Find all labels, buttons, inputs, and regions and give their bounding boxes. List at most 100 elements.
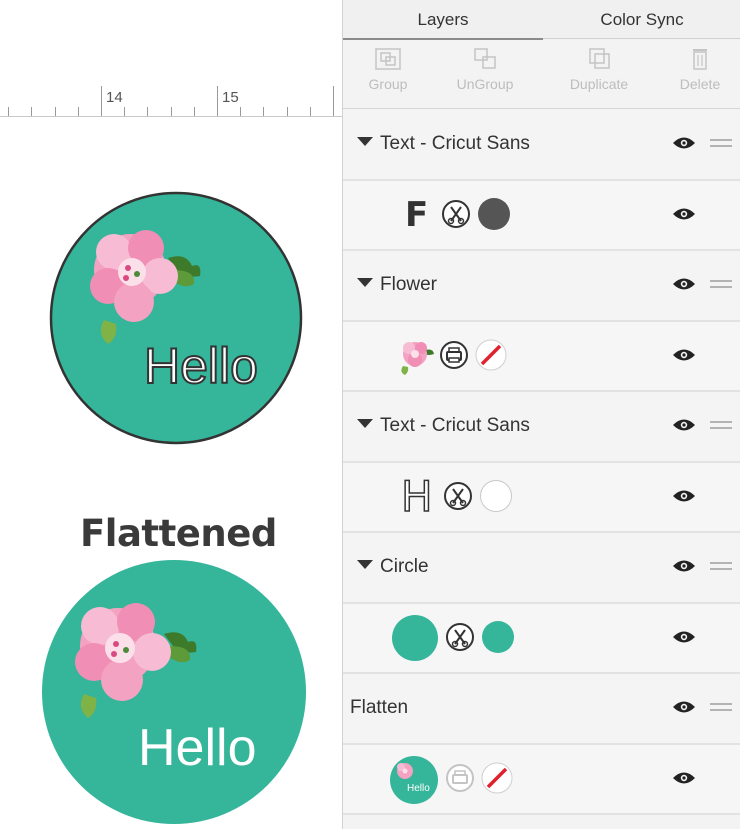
- cut-icon[interactable]: [441, 199, 471, 229]
- ruler-major-tick: [101, 86, 102, 116]
- layer-group-label: Circle: [380, 556, 429, 577]
- layer-item-text-2[interactable]: H: [343, 463, 740, 533]
- eye-icon[interactable]: [672, 558, 696, 574]
- ruler-label-14: 14: [106, 89, 123, 106]
- ruler-minor-tick: [8, 107, 9, 116]
- trash-icon: [693, 49, 707, 70]
- layer-item-flatten[interactable]: Hello: [343, 745, 740, 815]
- hello-text: Hello: [144, 338, 258, 394]
- ruler-minor-tick: [287, 107, 288, 116]
- flattened-design[interactable]: Hello: [38, 558, 310, 826]
- flattened-hello-text: Hello: [138, 719, 257, 777]
- layer-group-text-2[interactable]: Text - Cricut Sans: [343, 392, 740, 463]
- ruler-minor-tick: [194, 107, 195, 116]
- eye-icon[interactable]: [672, 347, 696, 363]
- color-swatch[interactable]: [479, 479, 513, 513]
- ruler-minor-tick: [78, 107, 79, 116]
- layer-item-flower[interactable]: [343, 322, 740, 392]
- color-swatch[interactable]: [481, 620, 515, 654]
- group-icon: [375, 48, 401, 70]
- eye-icon[interactable]: [672, 135, 696, 151]
- grouped-design[interactable]: Hello: [48, 190, 304, 446]
- eye-icon[interactable]: [672, 699, 696, 715]
- drag-handle-icon[interactable]: [710, 421, 732, 431]
- layer-item-text-1[interactable]: F: [343, 181, 740, 251]
- cut-icon[interactable]: [443, 481, 473, 511]
- panel-tabs: Layers Color Sync: [343, 0, 740, 40]
- ruler-major-tick: [333, 86, 334, 116]
- delete-button[interactable]: Delete: [663, 44, 737, 104]
- duplicate-icon: [589, 48, 610, 69]
- ruler-minor-tick: [55, 107, 56, 116]
- duplicate-button[interactable]: Duplicate: [551, 44, 647, 104]
- layer-item-icons: [391, 604, 571, 672]
- ruler-minor-tick: [171, 107, 172, 116]
- eye-icon[interactable]: [672, 629, 696, 645]
- flower-thumbnail: [401, 342, 434, 375]
- layer-group-label: Flatten: [350, 697, 409, 718]
- eye-icon[interactable]: [672, 206, 696, 222]
- caret-down-icon[interactable]: [357, 137, 373, 147]
- no-color-swatch[interactable]: [481, 762, 513, 794]
- layer-group-label: Text - Cricut Sans: [380, 415, 530, 436]
- layers-toolbar: Group UnGroup Duplicate Delete: [343, 40, 740, 109]
- layer-group-flower[interactable]: Flower: [343, 251, 740, 322]
- layer-group-label: Flower: [380, 274, 438, 295]
- flattened-title: Flattened: [80, 512, 277, 555]
- ruler-major-tick: [217, 86, 218, 116]
- flattened-thumbnail: Hello: [390, 756, 438, 804]
- layer-group-label-wrap: Text - Cricut Sans: [357, 110, 530, 178]
- drag-handle-icon[interactable]: [710, 562, 732, 572]
- tab-layers[interactable]: Layers: [343, 0, 543, 40]
- group-button[interactable]: Group: [353, 44, 423, 104]
- layer-item-circle[interactable]: [343, 604, 740, 674]
- layer-item-icons: [393, 322, 563, 390]
- horizontal-ruler: 14 15: [0, 82, 342, 117]
- ungroup-button[interactable]: UnGroup: [443, 44, 527, 104]
- eye-icon[interactable]: [672, 770, 696, 786]
- print-then-cut-icon[interactable]: [445, 763, 475, 793]
- ruler-minor-tick: [31, 107, 32, 116]
- group-label: Group: [368, 76, 408, 92]
- ruler-minor-tick: [240, 107, 241, 116]
- layer-group-flatten[interactable]: Flatten: [343, 674, 740, 745]
- drag-handle-icon[interactable]: [710, 703, 732, 713]
- cut-icon[interactable]: [445, 622, 475, 652]
- no-color-swatch[interactable]: [475, 339, 507, 371]
- print-then-cut-icon[interactable]: [439, 340, 469, 370]
- layer-group-label: Text - Cricut Sans: [380, 133, 530, 154]
- caret-down-icon[interactable]: [357, 560, 373, 570]
- eye-icon[interactable]: [672, 276, 696, 292]
- duplicate-label: Duplicate: [569, 76, 629, 92]
- color-swatch[interactable]: [477, 197, 511, 231]
- thumbnail-hello-text: Hello: [407, 783, 430, 794]
- drag-handle-icon[interactable]: [710, 139, 732, 149]
- circle-shape: [49, 191, 303, 445]
- ruler-minor-tick: [147, 107, 148, 116]
- design-canvas[interactable]: 14 15 Hello Flattened Hello: [0, 0, 342, 829]
- ruler-minor-tick: [310, 107, 311, 116]
- letter-f-thumbnail: F: [405, 195, 429, 235]
- delete-label: Delete: [679, 76, 721, 92]
- caret-down-icon[interactable]: [357, 419, 373, 429]
- layer-group-circle[interactable]: Circle: [343, 533, 740, 604]
- circle-thumbnail: [392, 615, 438, 661]
- ungroup-label: UnGroup: [456, 76, 514, 92]
- ungroup-icon: [474, 48, 496, 69]
- flattened-circle: [42, 560, 306, 824]
- eye-icon[interactable]: [672, 488, 696, 504]
- layer-item-icons: F: [401, 181, 561, 249]
- eye-icon[interactable]: [672, 417, 696, 433]
- ruler-minor-tick: [263, 107, 264, 116]
- layer-group-label-wrap: Circle: [357, 533, 429, 601]
- layer-item-icons: H: [399, 463, 559, 531]
- layer-group-text-1[interactable]: Text - Cricut Sans: [343, 110, 740, 181]
- caret-down-icon[interactable]: [357, 278, 373, 288]
- layer-item-icons: Hello: [389, 745, 569, 813]
- ruler-minor-tick: [124, 107, 125, 116]
- layer-group-label-wrap: Text - Cricut Sans: [357, 392, 530, 460]
- ruler-label-15: 15: [222, 89, 239, 106]
- layer-group-label-wrap: Flower: [357, 251, 437, 319]
- drag-handle-icon[interactable]: [710, 280, 732, 290]
- tab-color-sync[interactable]: Color Sync: [543, 0, 740, 39]
